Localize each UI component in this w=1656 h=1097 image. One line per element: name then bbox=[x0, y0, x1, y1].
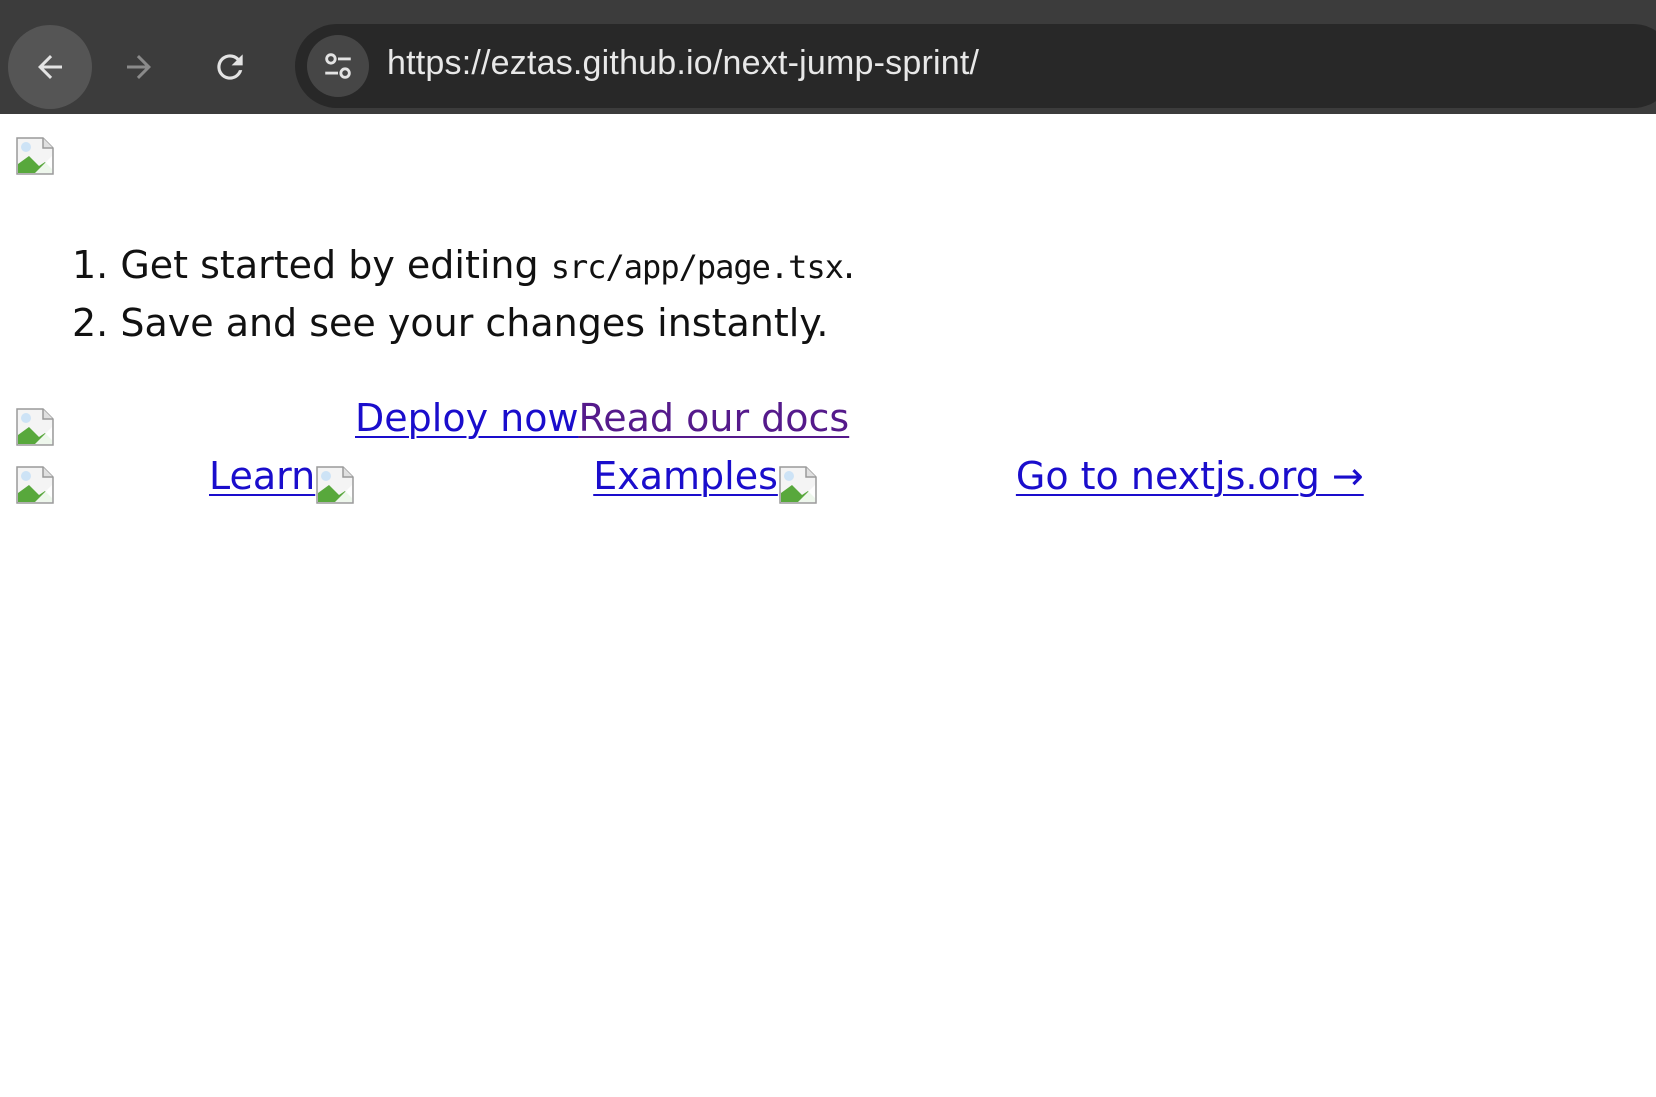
globe-icon-image bbox=[778, 464, 818, 504]
step-edit-suffix: . bbox=[842, 243, 856, 287]
deploy-now-link[interactable] bbox=[55, 396, 209, 440]
browser-toolbar: https://eztas.github.io/next-jump-sprint… bbox=[0, 0, 1656, 114]
broken-image-icon bbox=[16, 408, 54, 446]
forward-button[interactable] bbox=[97, 25, 181, 109]
address-bar[interactable]: https://eztas.github.io/next-jump-sprint… bbox=[295, 24, 1656, 108]
cta-links: Deploy nowRead our docs bbox=[15, 390, 849, 446]
nextjs-org-label: Go to nextjs.org → bbox=[1015, 454, 1364, 498]
nextjs-logo-image bbox=[15, 136, 55, 176]
tune-icon bbox=[325, 53, 351, 79]
nextjs-org-link[interactable]: Go to nextjs.org → bbox=[818, 454, 1364, 498]
examples-icon-image bbox=[315, 464, 355, 504]
broken-image-icon bbox=[16, 466, 54, 504]
reload-button[interactable] bbox=[188, 25, 272, 109]
broken-image-icon bbox=[16, 137, 54, 175]
reload-icon bbox=[217, 54, 243, 80]
step-edit-file: 1. Get started by editing src/app/page.t… bbox=[72, 236, 855, 294]
learn-icon-image bbox=[15, 464, 55, 504]
getting-started-steps: 1. Get started by editing src/app/page.t… bbox=[72, 236, 855, 352]
deploy-now-text-link[interactable]: Deploy now bbox=[237, 396, 579, 440]
deploy-now-label: Deploy now bbox=[355, 396, 579, 440]
step-save-changes: 2. Save and see your changes instantly. bbox=[72, 301, 829, 345]
back-button[interactable] bbox=[8, 25, 92, 109]
examples-link[interactable]: Examples bbox=[355, 454, 778, 498]
learn-link[interactable]: Learn bbox=[55, 454, 315, 498]
file-path-code: src/app/page.tsx bbox=[550, 248, 844, 286]
site-info-button[interactable] bbox=[307, 35, 369, 97]
browser-toolbar-inner: https://eztas.github.io/next-jump-sprint… bbox=[0, 12, 1656, 114]
learn-label: Learn bbox=[209, 454, 316, 498]
arrow-left-icon bbox=[38, 55, 62, 79]
page-content: 1. Get started by editing src/app/page.t… bbox=[0, 114, 1656, 1097]
broken-image-icon bbox=[779, 466, 817, 504]
broken-image-icon bbox=[316, 466, 354, 504]
step-edit-prefix: 1. Get started by editing bbox=[72, 243, 551, 287]
examples-label: Examples bbox=[593, 454, 778, 498]
vercel-logo-image bbox=[15, 406, 55, 446]
arrow-right-icon bbox=[127, 55, 151, 79]
footer-links: Learn Examples Go to nextjs.org → bbox=[15, 448, 1364, 504]
url-text[interactable]: https://eztas.github.io/next-jump-sprint… bbox=[387, 44, 979, 83]
read-docs-link[interactable]: Read our docs bbox=[579, 396, 850, 440]
